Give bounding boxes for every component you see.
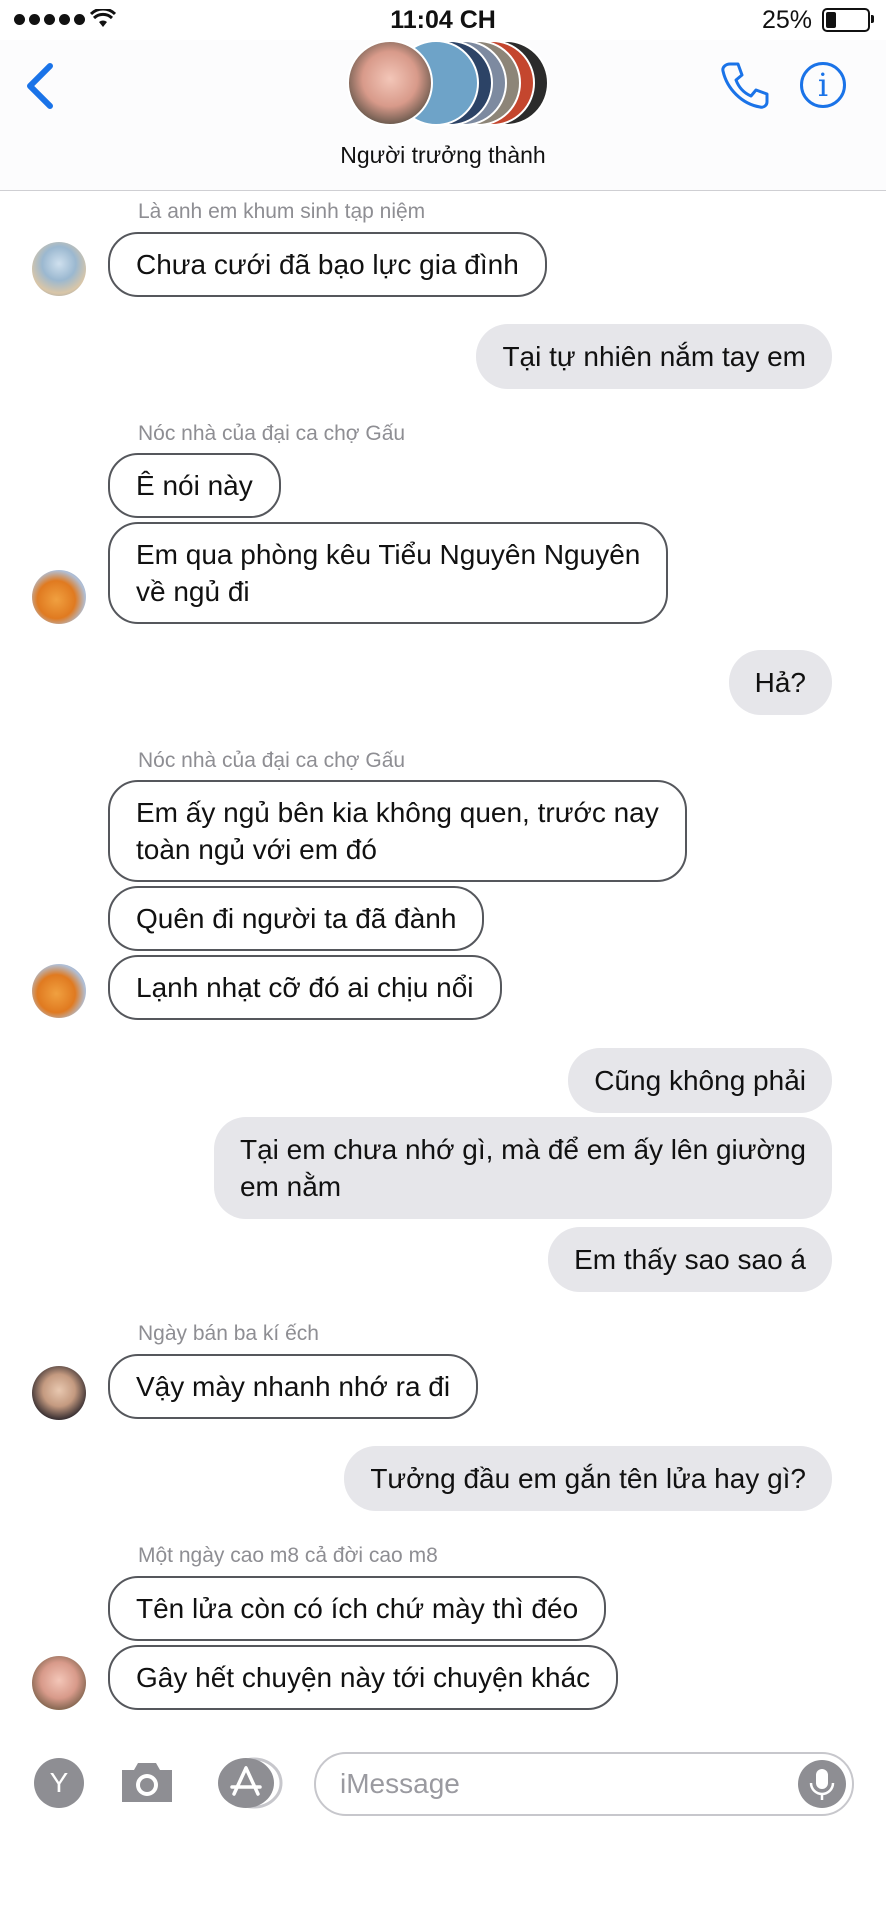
incoming-message[interactable]: Lạnh nhạt cỡ đó ai chịu nổi [108,955,502,1020]
info-icon[interactable]: i [800,62,846,108]
message-composer: Y iMessage [0,1740,886,1840]
message-text: Chưa cưới đã bạo lực gia đình [136,249,519,280]
incoming-message[interactable]: Vậy mày nhanh nhớ ra đi [108,1354,479,1419]
message-text: Quên đi người ta đã đành [136,903,457,934]
y-icon[interactable]: Y [34,1758,84,1808]
incoming-message[interactable]: Quên đi người ta đã đành [108,886,485,951]
back-chevron-icon[interactable] [20,58,60,114]
avatar [32,242,86,296]
camera-icon[interactable] [118,1758,176,1806]
group-avatar-stack[interactable] [345,40,549,128]
message-text: Tại em chưa nhớ gì, mà để em ấy lên giườ… [239,1134,806,1165]
outgoing-message[interactable]: Cũng không phải [568,1048,832,1113]
battery-icon [822,8,874,32]
avatar [32,1366,86,1420]
incoming-message[interactable]: Tên lửa còn có ích chứ mày thì đéo [108,1576,607,1641]
status-bar: 11:04 CH 25% [0,0,886,40]
message-text: Tên lửa còn có ích chứ mày thì đéo [136,1593,579,1624]
avatar [32,964,86,1018]
sender-name: Ngày bán ba kí ếch [138,1322,319,1345]
incoming-message[interactable]: Chưa cưới đã bạo lực gia đình [108,232,547,297]
avatar [32,570,86,624]
incoming-message[interactable]: Em ấy ngủ bên kia không quen, trước nay … [108,780,687,882]
outgoing-message[interactable]: Em thấy sao sao á [548,1227,832,1292]
battery-percent: 25% [762,6,813,34]
outgoing-message[interactable]: Tại tự nhiên nắm tay em [476,324,832,389]
app-store-icon[interactable] [214,1756,284,1810]
sender-name: Nóc nhà của đại ca chợ Gấu [138,422,406,445]
incoming-message[interactable]: Em qua phòng kêu Tiểu Nguyên Nguyên về n… [108,522,669,624]
outgoing-message[interactable]: Hả? [728,650,832,715]
incoming-message[interactable]: Gây hết chuyện này tới chuyện khác [108,1645,619,1710]
input-placeholder: iMessage [340,1768,460,1799]
message-text: em nằm [239,1171,342,1202]
sender-name: Một ngày cao m8 cả đời cao m8 [138,1544,438,1567]
message-text: Gây hết chuyện này tới chuyện khác [136,1662,591,1693]
sender-name: Nóc nhà của đại ca chợ Gấu [138,749,406,772]
phone-icon[interactable] [718,58,772,112]
avatar [32,1656,86,1710]
avatar [347,40,433,126]
outgoing-message[interactable]: Tại em chưa nhớ gì, mà để em ấy lên giườ… [213,1117,832,1219]
sender-name: Là anh em khum sinh tạp niệm [138,200,426,223]
message-text: Em qua phòng kêu Tiểu Nguyên Nguyên [136,539,641,570]
message-text: Tại tự nhiên nắm tay em [502,341,806,372]
message-text: Ê nói này [136,470,253,501]
message-text: Em ấy ngủ bên kia không quen, trước nay [136,797,659,828]
group-name[interactable]: Người trưởng thành [0,142,886,169]
incoming-message[interactable]: Ê nói này [108,453,281,518]
message-text: về ngủ đi [136,576,250,607]
imessage-input[interactable]: iMessage [314,1752,854,1816]
microphone-icon[interactable] [798,1760,846,1808]
status-time: 11:04 CH [390,6,496,34]
message-text: Lạnh nhạt cỡ đó ai chịu nổi [136,972,474,1003]
outgoing-message[interactable]: Tưởng đầu em gắn tên lửa hay gì? [344,1446,832,1511]
message-text: Cũng không phải [594,1065,806,1096]
message-text: toàn ngủ với em đó [136,834,377,865]
message-text: Vậy mày nhanh nhớ ra đi [136,1371,451,1402]
message-text: Tưởng đầu em gắn tên lửa hay gì? [370,1463,806,1494]
message-text: Hả? [754,667,806,698]
conversation-header: Người trưởng thành i [0,40,886,191]
message-text: Em thấy sao sao á [574,1244,806,1275]
